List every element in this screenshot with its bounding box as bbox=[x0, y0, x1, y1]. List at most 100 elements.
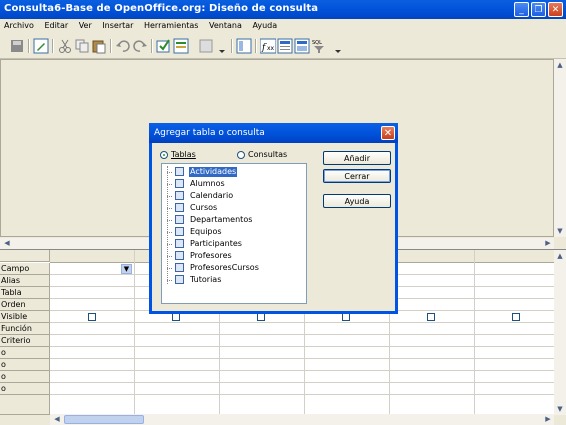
list-item-label: Calendario bbox=[190, 191, 234, 200]
visible-checkbox[interactable] bbox=[172, 313, 180, 321]
add-table-dialog: Agregar tabla o consulta ✕ Tablas Consul… bbox=[149, 123, 398, 314]
toolbar: f xx SQL bbox=[0, 34, 566, 59]
toolbar-separator bbox=[52, 39, 54, 53]
redo-icon[interactable] bbox=[132, 38, 148, 54]
list-item-label: Participantes bbox=[190, 239, 242, 248]
toolbar-separator bbox=[151, 39, 153, 53]
row-label-o: o bbox=[0, 383, 50, 395]
row-label-o: o bbox=[0, 371, 50, 383]
row-label-empty bbox=[0, 395, 50, 415]
distinct-values-icon[interactable]: SQL bbox=[311, 38, 327, 54]
radio-queries[interactable] bbox=[237, 151, 245, 159]
scroll-left-icon[interactable]: ◀ bbox=[1, 238, 13, 248]
functions-icon[interactable]: f xx bbox=[259, 38, 277, 54]
scroll-down-icon[interactable]: ▼ bbox=[554, 404, 566, 414]
visible-checkbox[interactable] bbox=[257, 313, 265, 321]
row-label-criterio: Criterio bbox=[0, 335, 50, 347]
grid-line bbox=[50, 334, 554, 335]
row-label-funcion: Función bbox=[0, 323, 50, 335]
toolbar-separator bbox=[110, 39, 112, 53]
row-label-orden: Orden bbox=[0, 299, 50, 311]
grid-line bbox=[50, 358, 554, 359]
undo-icon[interactable] bbox=[115, 38, 131, 54]
row-label-alias: Alias bbox=[0, 275, 50, 287]
tree-line bbox=[167, 280, 172, 281]
tree-line bbox=[167, 184, 172, 185]
row-label-o: o bbox=[0, 347, 50, 359]
table-list[interactable]: Actividades Alumnos Calendario Cursos De… bbox=[161, 163, 307, 304]
menu-ventana[interactable]: Ventana bbox=[205, 19, 246, 30]
visible-checkbox[interactable] bbox=[512, 313, 520, 321]
visible-checkbox[interactable] bbox=[342, 313, 350, 321]
alias-icon[interactable] bbox=[294, 38, 310, 54]
cut-icon[interactable] bbox=[57, 38, 73, 54]
menu-bar: Archivo Editar Ver Insertar Herramientas… bbox=[0, 19, 566, 34]
tree-line bbox=[167, 232, 172, 233]
grid-horizontal-scrollbar[interactable]: ◀ ▶ bbox=[50, 414, 554, 425]
scroll-right-icon[interactable]: ▶ bbox=[542, 238, 554, 248]
minimize-button[interactable]: _ bbox=[514, 2, 529, 17]
row-label-tabla: Tabla bbox=[0, 287, 50, 299]
chevron-down-icon[interactable] bbox=[330, 38, 346, 54]
design-view-icon[interactable] bbox=[198, 38, 214, 54]
close-dialog-button[interactable]: Cerrar bbox=[323, 169, 391, 183]
radio-tables-label[interactable]: Tablas bbox=[171, 150, 196, 159]
table-icon bbox=[175, 251, 184, 260]
grid-line bbox=[50, 394, 554, 395]
table-icon bbox=[175, 179, 184, 188]
chevron-down-icon[interactable] bbox=[214, 38, 230, 54]
toolbar-separator bbox=[28, 39, 30, 53]
run-query-icon[interactable] bbox=[156, 38, 172, 54]
menu-ver[interactable]: Ver bbox=[75, 19, 96, 30]
table-icon bbox=[175, 227, 184, 236]
tree-line bbox=[167, 268, 172, 269]
add-table-icon[interactable] bbox=[236, 38, 252, 54]
scroll-up-icon[interactable]: ▲ bbox=[554, 60, 566, 70]
scroll-left-icon[interactable]: ◀ bbox=[51, 414, 63, 424]
tree-line bbox=[167, 220, 172, 221]
menu-editar[interactable]: Editar bbox=[40, 19, 72, 30]
clear-query-icon[interactable] bbox=[173, 38, 189, 54]
table-icon bbox=[175, 191, 184, 200]
copy-icon[interactable] bbox=[74, 38, 90, 54]
scroll-thumb[interactable] bbox=[64, 415, 144, 424]
toolbar-separator bbox=[231, 39, 233, 53]
save-icon[interactable] bbox=[9, 38, 25, 54]
menu-herramientas[interactable]: Herramientas bbox=[140, 19, 203, 30]
scroll-right-icon[interactable]: ▶ bbox=[542, 414, 554, 424]
edit-icon[interactable] bbox=[33, 38, 49, 54]
grid-line bbox=[50, 382, 554, 383]
close-button[interactable]: ✕ bbox=[548, 2, 563, 17]
visible-checkbox[interactable] bbox=[88, 313, 96, 321]
menu-insertar[interactable]: Insertar bbox=[98, 19, 137, 30]
table-icon bbox=[175, 263, 184, 272]
paste-icon[interactable] bbox=[91, 38, 107, 54]
tree-line bbox=[167, 196, 172, 197]
scroll-down-icon[interactable]: ▼ bbox=[554, 226, 566, 236]
radio-tables[interactable] bbox=[160, 151, 168, 159]
row-label-o: o bbox=[0, 359, 50, 371]
table-icon bbox=[175, 275, 184, 284]
table-icon bbox=[175, 215, 184, 224]
radio-queries-label[interactable]: Consultas bbox=[248, 150, 287, 159]
list-item-label: Tutorias bbox=[190, 275, 222, 284]
field-dropdown-button[interactable]: ▼ bbox=[121, 264, 132, 274]
menu-ayuda[interactable]: Ayuda bbox=[248, 19, 281, 30]
list-item-label: Profesores bbox=[190, 251, 232, 260]
grid-column-line bbox=[474, 250, 475, 415]
maximize-button[interactable]: ❐ bbox=[531, 2, 546, 17]
table-name-icon[interactable] bbox=[277, 38, 293, 54]
visible-checkbox[interactable] bbox=[427, 313, 435, 321]
grid-vertical-scrollbar[interactable]: ▲ ▼ bbox=[554, 250, 566, 415]
dialog-close-button[interactable]: ✕ bbox=[381, 126, 395, 140]
tree-line bbox=[167, 208, 172, 209]
menu-archivo[interactable]: Archivo bbox=[0, 19, 38, 30]
table-icon bbox=[175, 239, 184, 248]
help-button[interactable]: Ayuda bbox=[323, 194, 391, 208]
scroll-up-icon[interactable]: ▲ bbox=[554, 251, 566, 261]
tree-line bbox=[167, 244, 172, 245]
design-vertical-scrollbar[interactable]: ▲ ▼ bbox=[554, 59, 566, 237]
add-button[interactable]: Añadir bbox=[323, 151, 391, 165]
dialog-title: Agregar tabla o consulta bbox=[154, 128, 265, 138]
grid-line bbox=[50, 346, 554, 347]
